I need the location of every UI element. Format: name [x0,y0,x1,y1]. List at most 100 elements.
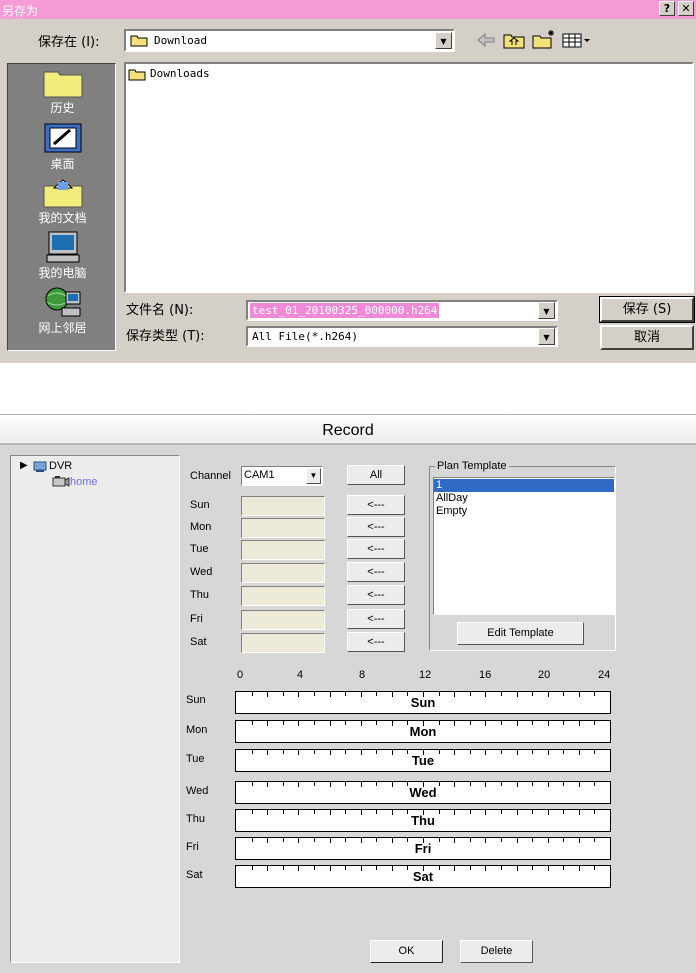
assign-button[interactable]: <--- [347,632,405,652]
place-label: 桌面 [50,157,75,171]
filename-label: 文件名 (N): [126,303,194,318]
tree-item-dvr[interactable]: DVR [49,460,72,472]
chevron-down-icon[interactable]: ▼ [306,468,321,484]
hour-tick [594,782,595,786]
timeline-bar-thu[interactable]: Thu [235,809,611,832]
assign-button[interactable]: <--- [347,585,405,605]
edit-template-button[interactable]: Edit Template [457,622,584,645]
hour-tick [501,866,502,870]
hour-tick [252,782,253,786]
place-my-computer[interactable]: 我的电脑 [8,231,117,281]
day-template-field[interactable] [241,540,325,560]
filename-input[interactable]: test_01_20100325_000000.h264 [250,303,440,318]
assign-button[interactable]: <--- [347,517,405,537]
chevron-down-icon[interactable]: ▼ [538,328,555,345]
filetype-combo[interactable]: All File(*.h264) ▼ [246,326,558,347]
timeline-bar-sun[interactable]: Sun [235,691,611,714]
hour-tick [563,810,564,814]
hour-tick [485,782,486,787]
hour-label: 16 [479,669,492,681]
hour-tick [314,721,315,725]
ok-button[interactable]: OK [370,940,443,963]
save-button[interactable]: 保存 (S) [599,296,695,323]
day-label: Tue [190,543,209,555]
hour-tick [345,782,346,786]
hour-tick [548,750,549,755]
day-row-fri: Fri <--- [186,609,416,631]
hour-tick [485,721,486,726]
day-label: Mon [190,521,212,533]
help-button[interactable]: ? [659,1,675,16]
timeline-bar-sat[interactable]: Sat [235,865,611,888]
timeline-day-label: Thu [186,813,205,825]
day-template-field[interactable] [241,496,325,516]
template-item-selected[interactable]: 1 [434,479,614,492]
timeline-bar-wed[interactable]: Wed [235,781,611,804]
place-history[interactable]: 历史 [8,68,117,116]
day-template-field[interactable] [241,563,325,583]
assign-button[interactable]: <--- [347,495,405,515]
save-in-label: 保存在 (I): [38,35,100,50]
hour-label: 8 [359,669,366,681]
hour-tick [423,838,424,843]
hour-tick [579,750,580,755]
assign-button[interactable]: <--- [347,562,405,582]
channel-select[interactable]: CAM1 ▼ [241,466,323,486]
save-in-value: Download [154,34,207,47]
save-in-combo[interactable]: Download ▼ [124,29,455,52]
hour-tick [298,866,299,871]
title-bar[interactable]: 另存为 ? ✕ [0,0,696,19]
hour-label: 4 [297,669,304,681]
all-button[interactable]: All [347,465,405,485]
record-window: Record ▶ DVR home Channel CAM1 ▼ All Sun… [0,414,696,973]
hour-tick [501,750,502,754]
day-row-sat: Sat <--- [186,632,416,654]
hour-tick [517,721,518,726]
day-template-field[interactable] [241,586,325,606]
hour-tick [517,692,518,697]
assign-button[interactable]: <--- [347,539,405,559]
template-item[interactable]: AllDay [436,492,468,504]
tree-item-home[interactable]: home [70,476,98,488]
hour-tick [439,810,440,814]
hour-tick [517,750,518,755]
timeline-bar-mon[interactable]: Mon [235,720,611,743]
up-folder-icon[interactable] [503,31,525,49]
place-my-documents[interactable]: 我的文档 [8,178,117,226]
place-network[interactable]: 网上邻居 [8,286,117,336]
assign-button[interactable]: <--- [347,609,405,629]
place-desktop[interactable]: 桌面 [8,122,117,172]
hour-tick [470,692,471,696]
cancel-button[interactable]: 取消 [600,325,694,350]
close-button[interactable]: ✕ [678,1,694,16]
hour-tick [532,692,533,696]
chevron-down-icon[interactable]: ▼ [538,302,555,319]
day-template-field[interactable] [241,518,325,538]
back-arrow-icon[interactable] [476,33,496,47]
file-list[interactable]: Downloads [124,62,694,293]
view-menu-icon[interactable] [562,33,592,49]
template-list[interactable]: 1 AllDay Empty [433,477,615,615]
timeline-bar-fri[interactable]: Fri [235,837,611,860]
delete-button[interactable]: Delete [460,940,533,963]
filename-combo[interactable]: test_01_20100325_000000.h264 ▼ [246,300,558,321]
timeline-bar-label: Wed [409,785,437,800]
hour-tick [283,838,284,842]
hour-tick [517,782,518,787]
template-item[interactable]: Empty [436,505,467,517]
hour-tick [454,810,455,815]
day-template-field[interactable] [241,633,325,653]
new-folder-icon[interactable] [532,29,556,49]
hour-tick [252,810,253,814]
chevron-down-icon[interactable]: ▼ [435,32,452,49]
timeline-bar-tue[interactable]: Tue [235,749,611,772]
expand-arrow-icon[interactable]: ▶ [20,460,28,471]
hour-tick [548,782,549,787]
hour-tick [532,750,533,754]
day-template-field[interactable] [241,610,325,630]
place-label: 我的文档 [38,211,87,225]
hour-tick [376,692,377,696]
device-tree[interactable]: ▶ DVR home [10,455,180,963]
hour-tick [501,810,502,814]
camera-icon [52,476,70,487]
